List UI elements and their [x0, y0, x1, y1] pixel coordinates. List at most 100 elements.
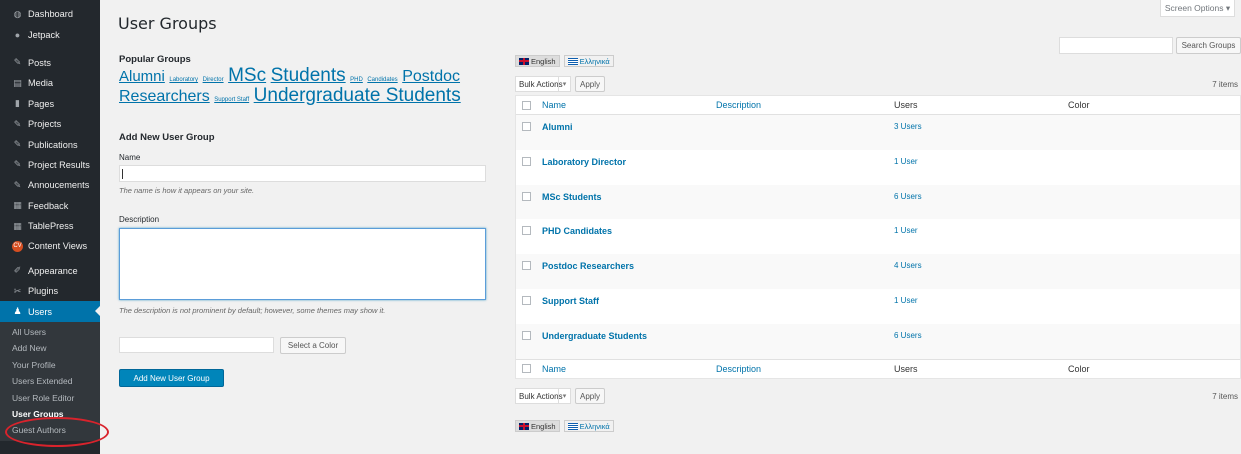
select-color-button[interactable]: Select a Color: [280, 337, 346, 354]
sidebar-item-publications[interactable]: ✎ Publications: [0, 134, 100, 154]
pin-icon: ✎: [13, 139, 22, 150]
submenu-item-your-profile[interactable]: Your Profile: [0, 357, 100, 373]
submenu-item-user-role-editor[interactable]: User Role Editor: [0, 389, 100, 405]
tag-link[interactable]: Director: [203, 77, 224, 83]
pin-icon: ✎: [13, 57, 22, 68]
row-checkbox[interactable]: [522, 226, 531, 236]
search-input[interactable]: [1059, 37, 1173, 54]
column-users-footer: Users: [894, 363, 918, 374]
uk-flag-icon: [519, 422, 529, 430]
row-checkbox[interactable]: [522, 330, 531, 340]
tag-link[interactable]: MSc: [228, 65, 266, 86]
groups-table: Name Description Users Color Alumni 3 Use…: [515, 95, 1241, 379]
sidebar-item-label: Annoucements: [28, 180, 90, 191]
submenu-item-add-new[interactable]: Add New: [0, 340, 100, 356]
description-label: Description: [119, 215, 160, 224]
column-name-footer[interactable]: Name: [542, 364, 716, 374]
sidebar-item-label: Users: [28, 306, 52, 317]
group-name-link[interactable]: Support Staff: [542, 296, 716, 306]
plugins-icon: ✂: [13, 285, 22, 296]
lang-english-button[interactable]: English: [515, 420, 560, 432]
tag-link[interactable]: Undergraduate Students: [254, 85, 461, 106]
sidebar-item-label: Feedback: [28, 200, 69, 211]
group-name-link[interactable]: PHD Candidates: [542, 226, 716, 236]
group-users-link[interactable]: 4 Users: [894, 261, 1068, 270]
tag-link[interactable]: Postdoc: [402, 68, 460, 85]
lang-english-label: English: [531, 56, 556, 66]
tag-link[interactable]: Candidates: [367, 77, 397, 83]
apply-button-bottom[interactable]: Apply: [575, 388, 605, 404]
jetpack-icon: ●: [14, 29, 21, 40]
sidebar-item-pages[interactable]: ▮ Pages: [0, 94, 100, 114]
table-row: PHD Candidates 1 User: [516, 219, 1240, 254]
sidebar-item-tablepress[interactable]: ▦ TablePress: [0, 216, 100, 236]
tag-link[interactable]: Alumni: [119, 68, 165, 85]
row-checkbox[interactable]: [522, 295, 531, 305]
lang-greek-button[interactable]: Ελληνικά: [563, 55, 614, 67]
sidebar-item-feedback[interactable]: ▦ Feedback: [0, 196, 100, 216]
group-users-link[interactable]: 6 Users: [894, 331, 1068, 340]
sidebar-item-annoucements[interactable]: ✎ Annoucements: [0, 175, 100, 195]
sidebar-item-dashboard[interactable]: ◍ Dashboard: [0, 4, 100, 24]
name-input[interactable]: [119, 165, 486, 182]
column-description-header[interactable]: Description: [716, 100, 894, 110]
row-checkbox[interactable]: [522, 122, 531, 131]
uk-flag-icon: [519, 57, 529, 65]
pin-icon: ✎: [13, 159, 22, 170]
tag-link[interactable]: Laboratory: [169, 77, 198, 83]
group-name-link[interactable]: Postdoc Researchers: [542, 261, 716, 271]
group-users-link[interactable]: 1 User: [894, 296, 1068, 305]
tag-link[interactable]: Students: [271, 65, 346, 86]
screen-options-button[interactable]: Screen Options ▾: [1160, 0, 1235, 17]
users-icon: ♟: [13, 306, 22, 317]
row-checkbox[interactable]: [522, 261, 531, 271]
language-switcher-bottom: English Ελληνικά: [515, 420, 614, 432]
group-users-link[interactable]: 6 Users: [894, 192, 1068, 201]
sidebar-item-jetpack[interactable]: ● Jetpack: [0, 24, 100, 44]
submenu-item-all-users[interactable]: All Users: [0, 324, 100, 340]
lang-english-button[interactable]: English: [515, 55, 560, 67]
page-title: User Groups: [118, 14, 217, 33]
sidebar-item-appearance[interactable]: ✐ Appearance: [0, 261, 100, 281]
tag-link[interactable]: Researchers: [119, 88, 210, 105]
row-checkbox[interactable]: [522, 191, 531, 201]
column-description-footer[interactable]: Description: [716, 364, 894, 374]
sidebar-item-posts[interactable]: ✎ Posts: [0, 53, 100, 73]
group-name-link[interactable]: Undergraduate Students: [542, 331, 716, 341]
group-name-link[interactable]: MSc Students: [542, 192, 716, 202]
group-users-link[interactable]: 3 Users: [894, 122, 1068, 131]
sidebar-item-plugins[interactable]: ✂ Plugins: [0, 281, 100, 301]
group-users-link[interactable]: 1 User: [894, 157, 1068, 166]
sidebar-item-project-results[interactable]: ✎ Project Results: [0, 155, 100, 175]
tag-link[interactable]: Support Staff: [214, 97, 249, 103]
group-users-link[interactable]: 1 User: [894, 226, 1068, 235]
select-all-checkbox-footer[interactable]: [522, 364, 531, 374]
table-header: Name Description Users Color: [516, 96, 1240, 115]
greek-flag-icon: [567, 422, 578, 430]
chevron-down-icon: ▾: [558, 77, 570, 91]
group-name-link[interactable]: Laboratory Director: [542, 157, 716, 167]
admin-sidebar: ◍ Dashboard ● Jetpack ✎ Posts ▤ Media ▮ Pages ✎ Pro…: [0, 0, 100, 454]
bulk-actions-label: Bulk Actions: [519, 391, 563, 401]
submenu-item-users-extended[interactable]: Users Extended: [0, 373, 100, 389]
sidebar-item-media[interactable]: ▤ Media: [0, 73, 100, 93]
bulk-actions-select[interactable]: Bulk Actions ▾: [515, 76, 571, 92]
apply-button[interactable]: Apply: [575, 76, 605, 92]
tag-link[interactable]: PHD: [350, 77, 363, 83]
search-groups-button[interactable]: Search Groups: [1176, 37, 1241, 54]
sidebar-item-projects[interactable]: ✎ Projects: [0, 114, 100, 134]
color-input[interactable]: [119, 337, 274, 353]
column-name-header[interactable]: Name: [542, 100, 716, 110]
column-users-header: Users: [894, 100, 918, 110]
description-textarea[interactable]: [119, 228, 486, 300]
sidebar-item-content-views[interactable]: CV Content Views: [0, 236, 100, 256]
group-name-link[interactable]: Alumni: [542, 122, 716, 132]
content-views-icon: CV: [12, 240, 23, 252]
bulk-actions-select-bottom[interactable]: Bulk Actions ▾: [515, 388, 571, 404]
sidebar-item-users[interactable]: ♟ Users: [0, 301, 100, 322]
row-checkbox[interactable]: [522, 156, 531, 166]
select-all-checkbox[interactable]: [522, 100, 531, 110]
add-new-user-group-button[interactable]: Add New User Group: [119, 369, 224, 387]
table-row: MSc Students 6 Users: [516, 184, 1240, 220]
lang-greek-button[interactable]: Ελληνικά: [563, 420, 614, 432]
